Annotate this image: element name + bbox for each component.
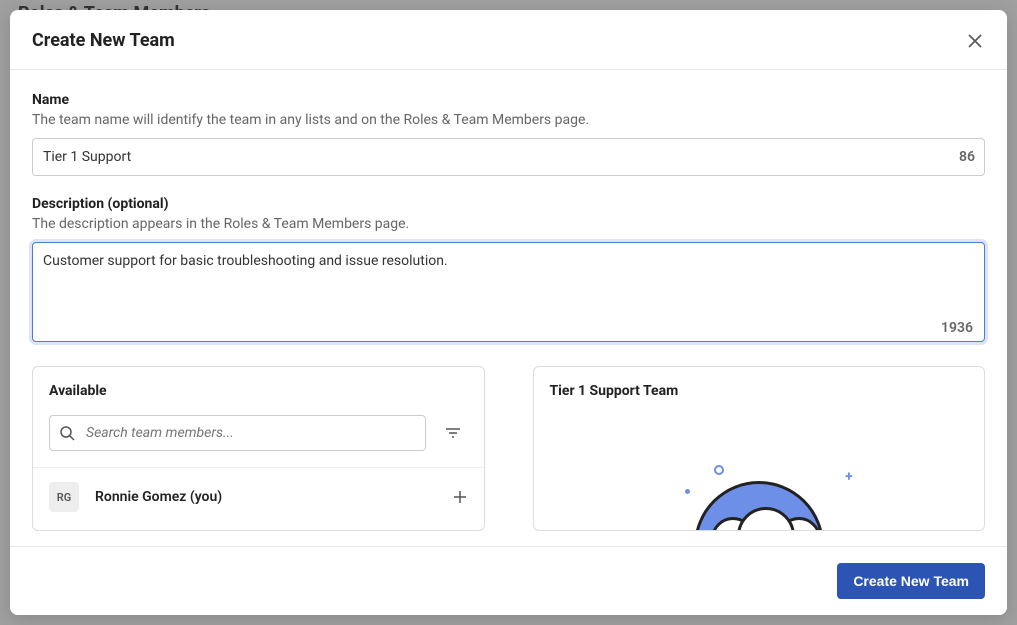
modal-body: Name The team name will identify the tea… (10, 70, 1007, 546)
create-team-modal: Create New Team Name The team name will … (10, 10, 1007, 615)
description-field-group: Description (optional) The description a… (32, 196, 985, 346)
name-label: Name (32, 92, 985, 108)
team-panel-title: Tier 1 Support Team (534, 367, 985, 415)
member-row: RG Ronnie Gomez (you) (33, 467, 484, 526)
avatar: RG (49, 482, 79, 512)
description-label: Description (optional) (32, 196, 985, 212)
description-help-text: The description appears in the Roles & T… (32, 216, 985, 232)
name-help-text: The team name will identify the team in … (32, 112, 985, 128)
name-char-count: 86 (959, 149, 975, 165)
member-name: Ronnie Gomez (you) (95, 489, 452, 505)
filter-button[interactable] (438, 418, 468, 448)
close-button[interactable] (965, 31, 985, 51)
team-name-input[interactable] (32, 138, 985, 176)
search-icon (59, 425, 75, 441)
create-team-button[interactable]: Create New Team (837, 563, 985, 599)
description-char-count: 1936 (941, 320, 973, 336)
name-input-wrap: 86 (32, 138, 985, 176)
available-panel-title: Available (33, 367, 484, 415)
search-row (33, 415, 484, 467)
empty-illustration: + (659, 459, 859, 530)
team-description-textarea[interactable] (32, 242, 985, 342)
name-field-group: Name The team name will identify the tea… (32, 92, 985, 176)
plus-icon (452, 489, 468, 505)
available-panel: Available (32, 366, 485, 531)
search-team-members-input[interactable] (49, 415, 426, 451)
filter-icon (444, 424, 462, 442)
modal-header: Create New Team (10, 10, 1007, 70)
search-wrap (49, 415, 426, 451)
add-member-button[interactable] (452, 489, 468, 505)
team-panel: Tier 1 Support Team + (533, 366, 986, 531)
modal-title: Create New Team (32, 30, 175, 51)
modal-footer: Create New Team (10, 546, 1007, 615)
team-empty-state: + (534, 415, 985, 530)
close-icon (967, 33, 983, 49)
description-textarea-wrap: 1936 (32, 242, 985, 346)
member-panels: Available (32, 366, 985, 531)
